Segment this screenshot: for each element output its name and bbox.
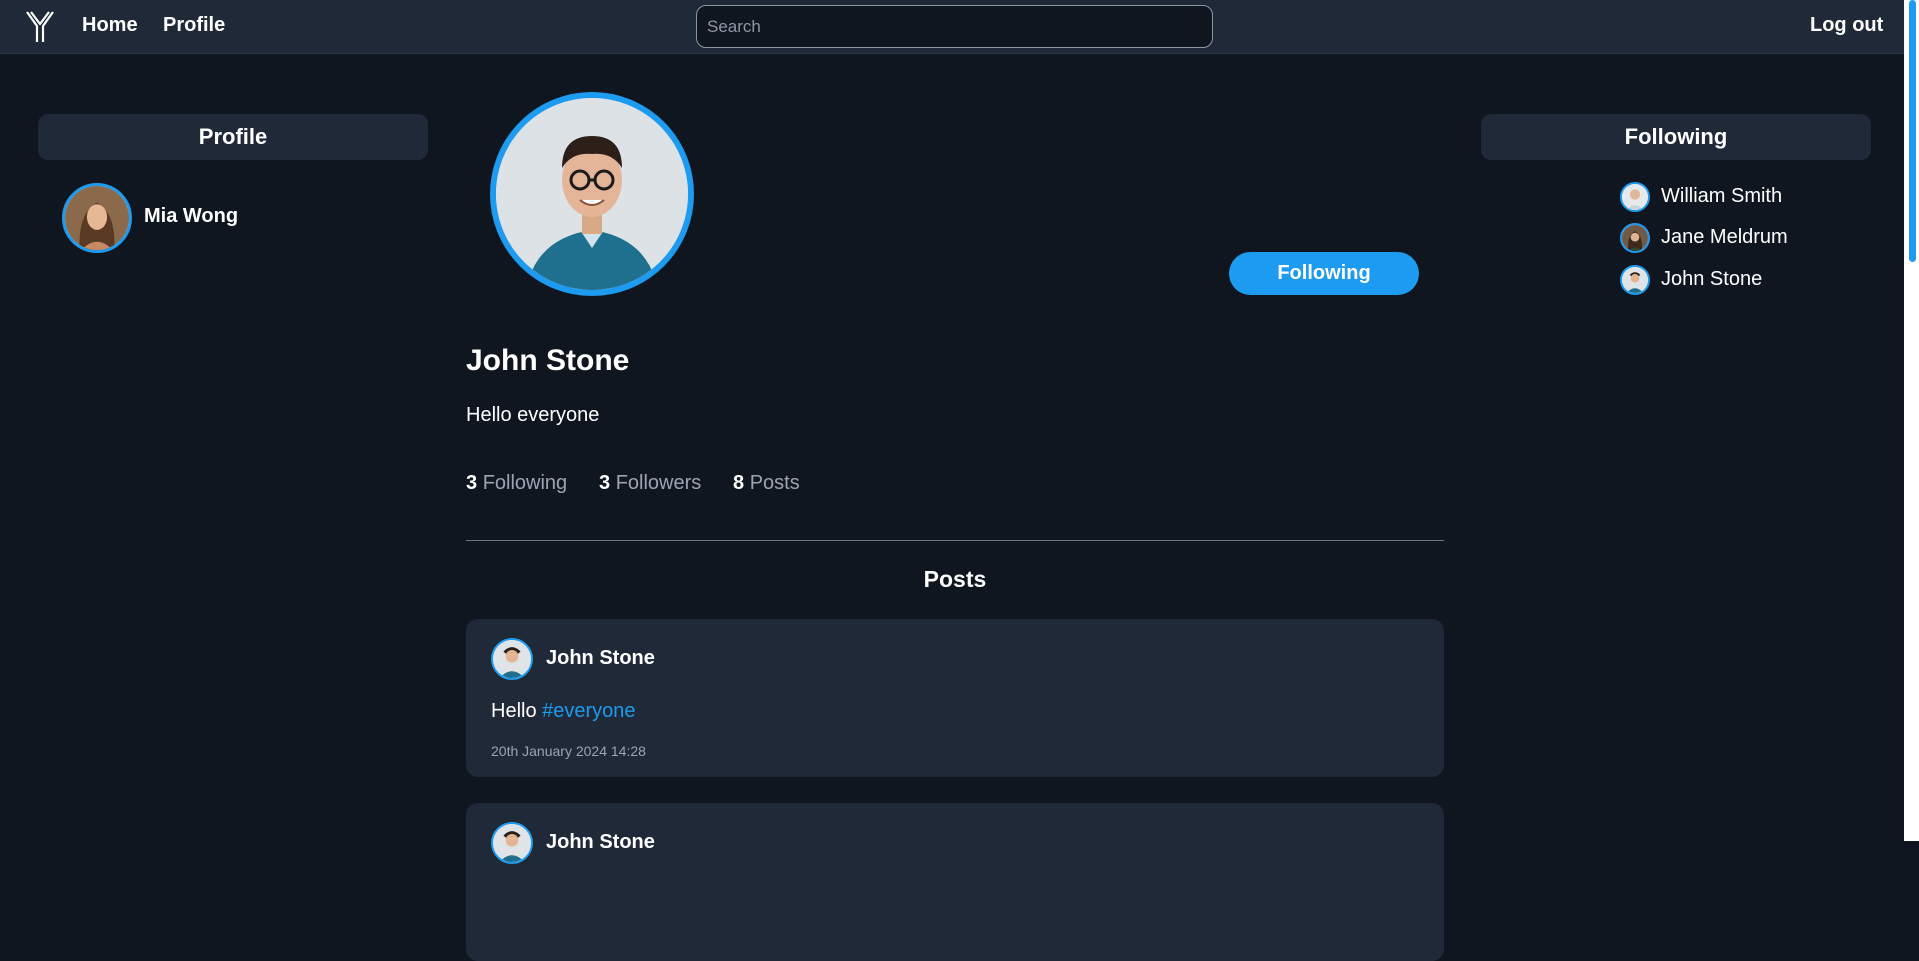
post-body: Hello [491,700,537,722]
following-toggle-button[interactable]: Following [1229,252,1419,295]
following-count: 3 [466,472,478,494]
following-label: Following [482,472,568,494]
following-name: William Smith [1661,185,1783,207]
user-avatar-image [1622,184,1648,210]
following-avatar [1620,265,1650,295]
following-avatar [1620,182,1650,212]
post-text: Hello #everyone [491,700,636,723]
user-avatar-image [1622,225,1648,251]
user-avatar-image [1622,267,1648,293]
nav-profile-link[interactable]: Profile [163,14,225,37]
profile-bio: Hello everyone [466,404,600,426]
y-logo-icon[interactable] [24,10,56,44]
search-input[interactable] [696,5,1213,48]
user-avatar-image [496,98,688,290]
post-author-name[interactable]: John Stone [546,831,655,854]
following-count-stat[interactable]: 3 Following [466,472,567,495]
post-card[interactable]: John Stone [466,803,1444,961]
current-user-avatar[interactable] [62,183,132,253]
posts-count: 8 [733,472,745,494]
profile-panel-header: Profile [38,114,428,160]
posts-count-stat[interactable]: 8 Posts [733,472,800,495]
post-card[interactable]: John Stone Hello #everyone 20th January … [466,619,1444,777]
user-avatar-image [493,640,531,678]
post-author-name[interactable]: John Stone [546,647,655,670]
post-timestamp: 20th January 2024 14:28 [491,743,646,759]
followers-count: 3 [599,472,611,494]
scrollbar-thumb[interactable] [1909,0,1916,262]
logout-button[interactable]: Log out [1810,14,1883,37]
posts-section-title: Posts [923,566,987,592]
following-avatar [1620,223,1650,253]
top-nav-bar: Home Profile Log out [0,0,1904,54]
post-hashtag-link[interactable]: #everyone [542,700,635,722]
user-avatar-image [65,186,129,250]
posts-label: Posts [749,472,800,494]
nav-home-link[interactable]: Home [82,14,138,37]
profile-name: John Stone [466,344,630,377]
following-name: Jane Meldrum [1661,226,1788,248]
profile-avatar [490,92,694,296]
user-avatar-image [493,824,531,862]
followers-count-stat[interactable]: 3 Followers [599,472,701,495]
post-author-avatar[interactable] [491,822,533,864]
section-divider [466,540,1444,541]
followers-label: Followers [615,472,702,494]
following-panel-header: Following [1481,114,1871,160]
following-name: John Stone [1661,268,1763,290]
current-user-name[interactable]: Mia Wong [144,205,238,228]
post-author-avatar[interactable] [491,638,533,680]
